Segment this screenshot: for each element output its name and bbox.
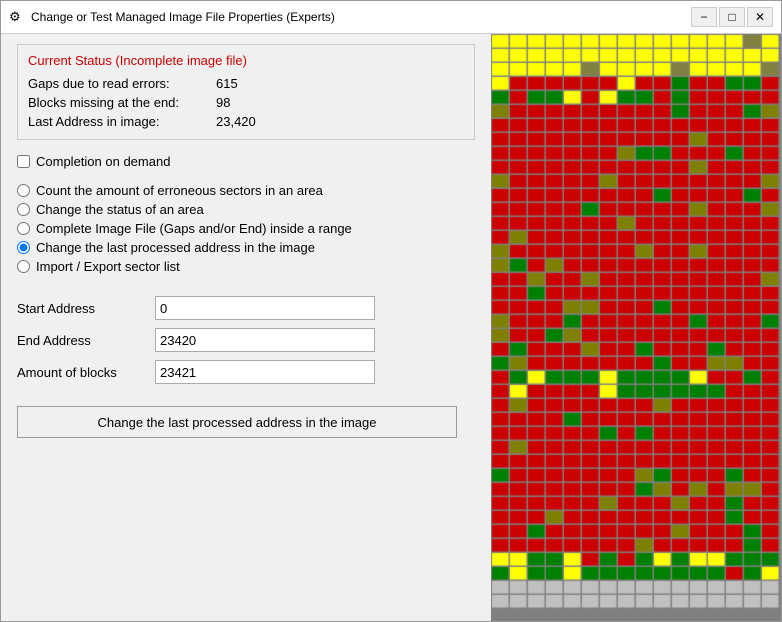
- change-address-button[interactable]: Change the last processed address in the…: [17, 406, 457, 438]
- window-icon: ⚙: [9, 9, 25, 25]
- action-button-row: Change the last processed address in the…: [17, 406, 475, 438]
- minimize-button[interactable]: −: [691, 7, 717, 27]
- right-panel: [491, 34, 781, 621]
- status-label-3: Last Address in image:: [28, 114, 208, 129]
- field-row-end: End Address: [17, 328, 475, 352]
- end-address-label: End Address: [17, 333, 147, 348]
- status-value-3: 23,420: [216, 114, 256, 129]
- status-title: Current Status (Incomplete image file): [28, 53, 464, 68]
- radio-complete-image[interactable]: [17, 222, 30, 235]
- status-row-1: Gaps due to read errors: 615: [28, 74, 464, 93]
- amount-blocks-label: Amount of blocks: [17, 365, 147, 380]
- left-panel: Current Status (Incomplete image file) G…: [1, 34, 491, 621]
- radio-row-1: Count the amount of erroneous sectors in…: [17, 183, 475, 198]
- end-address-input[interactable]: [155, 328, 375, 352]
- start-address-input[interactable]: [155, 296, 375, 320]
- maximize-button[interactable]: □: [719, 7, 745, 27]
- radio-label-5[interactable]: Import / Export sector list: [36, 259, 180, 274]
- start-address-label: Start Address: [17, 301, 147, 316]
- radio-group: Count the amount of erroneous sectors in…: [17, 183, 475, 274]
- radio-change-last-address[interactable]: [17, 241, 30, 254]
- amount-blocks-input[interactable]: [155, 360, 375, 384]
- radio-label-3[interactable]: Complete Image File (Gaps and/or End) in…: [36, 221, 352, 236]
- radio-label-1[interactable]: Count the amount of erroneous sectors in…: [36, 183, 323, 198]
- status-label-2: Blocks missing at the end:: [28, 95, 208, 110]
- completion-label[interactable]: Completion on demand: [36, 154, 170, 169]
- status-label-1: Gaps due to read errors:: [28, 76, 208, 91]
- radio-erroneous-sectors[interactable]: [17, 184, 30, 197]
- radio-label-2[interactable]: Change the status of an area: [36, 202, 204, 217]
- window-title: Change or Test Managed Image File Proper…: [31, 10, 691, 24]
- radio-label-4[interactable]: Change the last processed address in the…: [36, 240, 315, 255]
- grid-visualization: [491, 34, 781, 621]
- radio-import-export[interactable]: [17, 260, 30, 273]
- window-controls: − □ ✕: [691, 7, 773, 27]
- checkbox-row: Completion on demand: [17, 154, 475, 169]
- close-button[interactable]: ✕: [747, 7, 773, 27]
- fields-section: Start Address End Address Amount of bloc…: [17, 296, 475, 384]
- status-row-2: Blocks missing at the end: 98: [28, 93, 464, 112]
- completion-checkbox[interactable]: [17, 155, 30, 168]
- status-section: Current Status (Incomplete image file) G…: [17, 44, 475, 140]
- main-window: ⚙ Change or Test Managed Image File Prop…: [0, 0, 782, 622]
- status-row-3: Last Address in image: 23,420: [28, 112, 464, 131]
- status-value-1: 615: [216, 76, 238, 91]
- radio-row-2: Change the status of an area: [17, 202, 475, 217]
- field-row-blocks: Amount of blocks: [17, 360, 475, 384]
- status-value-2: 98: [216, 95, 230, 110]
- field-row-start: Start Address: [17, 296, 475, 320]
- radio-change-status[interactable]: [17, 203, 30, 216]
- radio-row-3: Complete Image File (Gaps and/or End) in…: [17, 221, 475, 236]
- radio-row-4: Change the last processed address in the…: [17, 240, 475, 255]
- radio-row-5: Import / Export sector list: [17, 259, 475, 274]
- title-bar: ⚙ Change or Test Managed Image File Prop…: [1, 1, 781, 34]
- content-area: Current Status (Incomplete image file) G…: [1, 34, 781, 621]
